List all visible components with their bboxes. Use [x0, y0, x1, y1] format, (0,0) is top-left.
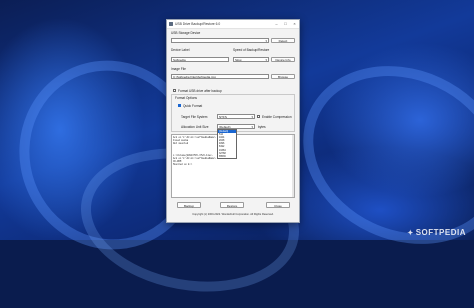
- alloc-option[interactable]: 65536: [218, 155, 236, 158]
- format-after-label: Format USB drive after backup: [178, 89, 222, 93]
- compression-checkbox[interactable]: [257, 115, 260, 118]
- title-bar: USB Drive Backup/Restore 6.0 – □ ×: [167, 20, 299, 29]
- usb-device-label: USB Storage Device: [171, 31, 201, 35]
- device-label-input[interactable]: Softpedia: [171, 57, 229, 62]
- format-after-checkbox[interactable]: [173, 89, 176, 92]
- window-title: USB Drive Backup/Restore 6.0: [175, 22, 221, 26]
- chevron-down-icon: ▾: [251, 115, 253, 119]
- speed-value: Slow: [235, 58, 242, 62]
- device-info-button[interactable]: Device Info: [271, 57, 295, 62]
- close-button[interactable]: Close: [266, 202, 290, 208]
- detect-button[interactable]: Detect: [271, 38, 295, 43]
- target-fs-value: NTFS: [219, 115, 227, 119]
- speed-title: Speed of Backup/Restore: [233, 48, 270, 52]
- minimize-icon[interactable]: –: [272, 20, 281, 28]
- target-fs-select[interactable]: NTFS ▾: [217, 114, 255, 119]
- chevron-down-icon: ▾: [265, 58, 267, 62]
- restore-button[interactable]: Restore: [220, 202, 244, 208]
- target-fs-label: Target File System: [181, 115, 208, 119]
- device-label-title: Device Label: [171, 48, 190, 52]
- copyright-footer: Copyright (c) 2000-2022. Wonderbull Corp…: [192, 213, 274, 216]
- alloc-size-options-list[interactable]: (Default) 512 1024 2048 4096 8192 16384 …: [217, 129, 237, 159]
- speed-select[interactable]: Slow ▾: [233, 57, 269, 62]
- log-scrollbar[interactable]: [292, 135, 294, 197]
- softpedia-watermark: ✦ SOFTPEDIA: [407, 228, 466, 237]
- usb-device-select[interactable]: ▾: [171, 38, 269, 43]
- image-file-title: Image File: [171, 67, 186, 71]
- watermark-text: SOFTPEDIA: [415, 228, 466, 237]
- star-icon: ✦: [407, 230, 414, 237]
- quick-format-checkbox[interactable]: [178, 104, 181, 107]
- app-icon: [169, 22, 173, 26]
- close-icon[interactable]: ×: [290, 20, 299, 28]
- quick-format-label: Quick Format: [183, 104, 203, 108]
- log-line: Mounted on E:\: [173, 163, 193, 166]
- image-file-input[interactable]: C:\Softpedia Files\Softpedia.img: [171, 74, 269, 79]
- format-options-title: Format Options: [175, 96, 197, 100]
- app-window: USB Drive Backup/Restore 6.0 – □ × USB S…: [166, 19, 300, 223]
- chevron-down-icon: ▾: [265, 39, 267, 43]
- compression-label: Enable Compression: [262, 115, 292, 119]
- chevron-down-icon: ▾: [251, 125, 253, 129]
- alloc-size-label: Allocation Unit Size: [181, 125, 209, 129]
- backup-button[interactable]: Backup: [177, 202, 201, 208]
- browse-button[interactable]: Browse: [271, 74, 295, 79]
- maximize-icon[interactable]: □: [281, 20, 290, 28]
- bytes-label: bytes: [258, 125, 266, 129]
